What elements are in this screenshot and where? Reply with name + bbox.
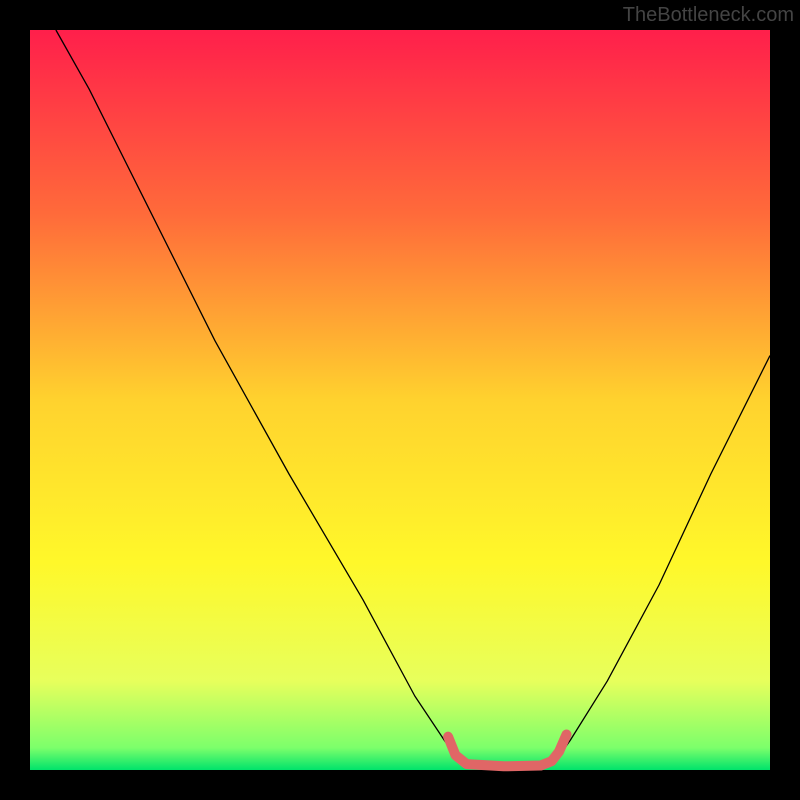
watermark-text: TheBottleneck.com xyxy=(623,4,794,27)
plot-background xyxy=(30,30,770,770)
chart-svg xyxy=(0,0,800,800)
chart-container: { "watermark": "TheBottleneck.com", "cha… xyxy=(0,0,800,800)
